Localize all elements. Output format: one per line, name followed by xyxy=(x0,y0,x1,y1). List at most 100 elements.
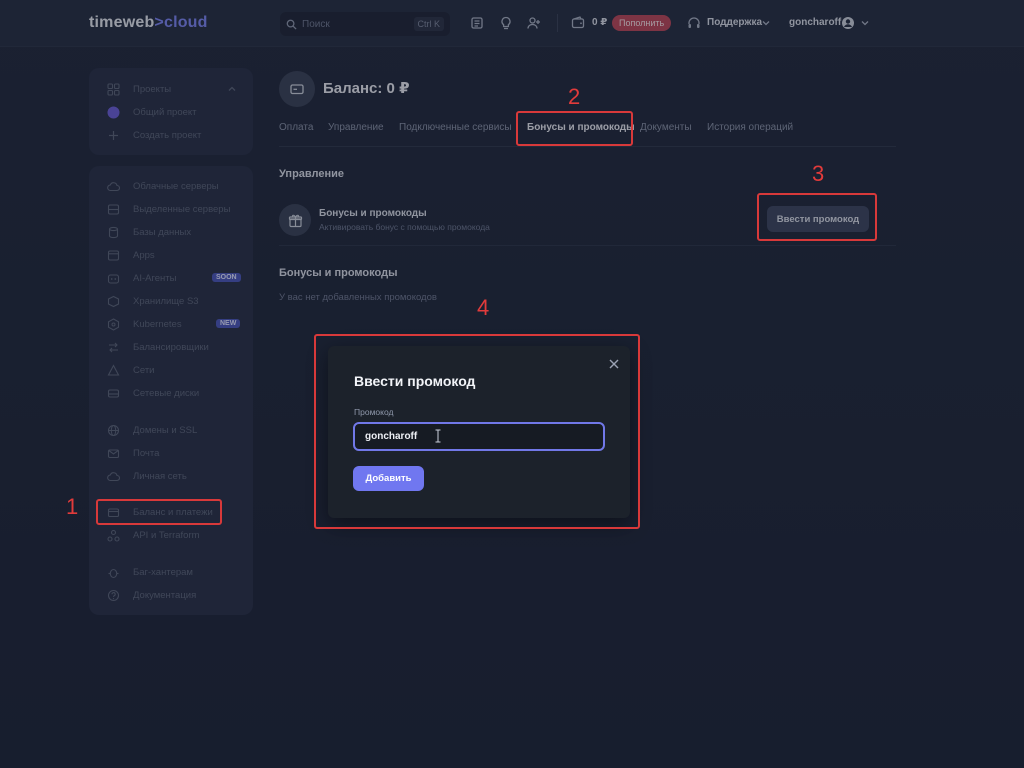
credit-card-icon xyxy=(290,84,304,95)
sidebar-item-databases[interactable]: Базы данных xyxy=(107,223,191,241)
sidebar-item-dedicated-servers[interactable]: Выделенные серверы xyxy=(107,200,230,218)
kubernetes-icon xyxy=(107,317,120,331)
sidebar-item-label: Общий проект xyxy=(133,106,197,118)
sidebar-item-common-project[interactable]: Общий проект xyxy=(107,103,197,121)
gift-icon xyxy=(288,214,302,227)
annotation-label-4: 4 xyxy=(477,295,490,320)
sidebar-item-kubernetes[interactable]: Kubernetes xyxy=(107,315,182,333)
globe-icon xyxy=(107,424,120,436)
news-icon[interactable] xyxy=(470,16,484,30)
sidebar-item-private-network[interactable]: Личная сеть xyxy=(107,467,187,485)
sidebar-item-documentation[interactable]: Документация xyxy=(107,586,196,604)
tab-payment[interactable]: Оплата xyxy=(279,122,313,133)
promo-row-subtitle: Активировать бонус с помощью промокода xyxy=(319,222,490,232)
wallet-icon[interactable] xyxy=(571,16,585,30)
page-title: Баланс: 0 ₽ xyxy=(323,80,410,97)
help-icon xyxy=(107,589,120,601)
search-box[interactable]: Поиск Ctrl K xyxy=(280,12,450,36)
annotation-label-1: 1 xyxy=(66,494,79,519)
sidebar-item-network-disks[interactable]: Сетевые диски xyxy=(107,384,199,402)
gift-avatar xyxy=(279,204,311,236)
search-placeholder: Поиск xyxy=(302,18,330,30)
apps-icon xyxy=(107,249,120,261)
cloud-icon xyxy=(107,181,120,191)
brand-logo[interactable]: timeweb>cloud xyxy=(89,14,208,32)
user-menu[interactable]: goncharoff xyxy=(789,17,841,28)
brand-name-part2: cloud xyxy=(163,14,208,31)
brand-separator: > xyxy=(154,14,164,31)
tab-management[interactable]: Управление xyxy=(328,122,384,133)
user-avatar-icon[interactable] xyxy=(841,16,855,30)
chevron-up-icon[interactable] xyxy=(227,84,237,94)
disk-icon xyxy=(107,388,120,398)
annotation-box-1 xyxy=(96,499,222,525)
sidebar-item-label: Почта xyxy=(133,447,160,459)
server-icon xyxy=(107,203,120,215)
sidebar-item-label: Базы данных xyxy=(133,226,192,238)
sidebar-item-create-project[interactable]: Создать проект xyxy=(107,126,201,144)
sidebar-item-bug-hunters[interactable]: Баг-хантерам xyxy=(107,563,193,581)
lightbulb-icon[interactable] xyxy=(499,16,513,30)
add-user-icon[interactable] xyxy=(527,16,541,30)
sidebar-item-domains-ssl[interactable]: Домены и SSL xyxy=(107,421,197,439)
api-icon xyxy=(107,529,120,542)
annotation-box-2 xyxy=(516,111,633,146)
row-divider xyxy=(279,245,896,246)
sidebar-item-label: Сетевые диски xyxy=(133,387,200,399)
project-avatar-icon xyxy=(107,106,120,118)
annotation-box-3 xyxy=(757,193,877,241)
sidebar-item-label: Kubernetes xyxy=(133,318,182,330)
sidebar-item-label: Apps xyxy=(133,249,155,261)
promos-heading: Бонусы и промокоды xyxy=(279,267,398,279)
grid-icon xyxy=(107,82,120,96)
sidebar-item-label: Документация xyxy=(133,589,197,601)
sidebar-item-label: Личная сеть xyxy=(133,470,187,482)
headset-icon xyxy=(688,17,700,28)
balance-avatar xyxy=(279,71,315,107)
soon-badge: SOON xyxy=(212,273,241,282)
tab-documents[interactable]: Документы xyxy=(640,122,692,133)
sidebar-item-label: Хранилище S3 xyxy=(133,295,199,307)
mail-icon xyxy=(107,448,120,458)
sidebar-item-apps[interactable]: Apps xyxy=(107,246,155,264)
bug-icon xyxy=(108,568,119,578)
sidebar-item-label: Баг-хантерам xyxy=(133,566,193,578)
sidebar-item-ai-agents[interactable]: AI-Агенты xyxy=(107,269,176,287)
sidebar-item-label: AI-Агенты xyxy=(133,272,177,284)
sidebar-item-s3-storage[interactable]: Хранилище S3 xyxy=(107,292,199,310)
topup-button[interactable]: Пополнить xyxy=(612,15,672,31)
sidebar-item-label: API и Terraform xyxy=(133,529,200,541)
database-icon xyxy=(108,226,119,238)
sidebar-item-label: Домены и SSL xyxy=(133,424,198,436)
support-menu[interactable]: Поддержка xyxy=(707,17,762,28)
tabs-divider xyxy=(279,146,896,147)
sidebar-item-api-terraform[interactable]: API и Terraform xyxy=(107,526,200,544)
chevron-down-icon[interactable] xyxy=(761,18,771,28)
search-icon xyxy=(286,19,297,30)
search-shortcut: Ctrl K xyxy=(413,17,444,31)
promo-row-title: Бонусы и промокоды xyxy=(319,208,427,219)
chevron-down-icon[interactable] xyxy=(860,18,870,28)
sidebar-projects-header[interactable]: Проекты xyxy=(107,80,171,98)
sidebar-item-label: Выделенные серверы xyxy=(133,203,231,215)
sidebar-item-networks[interactable]: Сети xyxy=(107,361,155,379)
sidebar-item-label: Балансировщики xyxy=(133,341,209,353)
sidebar-item-cloud-servers[interactable]: Облачные серверы xyxy=(107,177,219,195)
annotation-box-4 xyxy=(314,334,640,529)
tab-operations-history[interactable]: История операций xyxy=(707,122,793,133)
new-badge: NEW xyxy=(216,319,241,328)
management-heading: Управление xyxy=(279,168,345,180)
private-network-icon xyxy=(107,471,120,481)
annotation-label-2: 2 xyxy=(568,84,581,109)
storage-icon xyxy=(107,295,120,307)
balancer-icon xyxy=(109,342,118,352)
sidebar-projects-label: Проекты xyxy=(133,83,172,95)
annotation-label-3: 3 xyxy=(812,161,825,186)
sidebar-item-balancers[interactable]: Балансировщики xyxy=(107,338,209,356)
tab-connected-services[interactable]: Подключенные сервисы xyxy=(399,122,512,133)
sidebar-item-mail[interactable]: Почта xyxy=(107,444,159,462)
topbar-balance: 0 ₽ xyxy=(592,17,608,28)
sidebar-item-label: Создать проект xyxy=(133,129,202,141)
plus-icon xyxy=(109,130,118,140)
sidebar-item-label: Облачные серверы xyxy=(133,180,219,192)
